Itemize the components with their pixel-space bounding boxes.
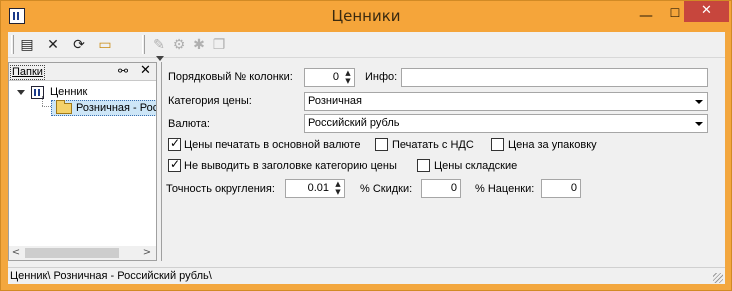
currency-value: Российский рубль bbox=[308, 117, 400, 129]
hide-category-in-header-checkbox[interactable] bbox=[168, 157, 181, 172]
folders-pane: Папки ⚯ ✕ Ценник Розничная - Российский … bbox=[8, 62, 157, 261]
warehouse-prices-checkbox[interactable] bbox=[417, 159, 430, 172]
maximize-button[interactable]: ☐ bbox=[664, 6, 686, 27]
list-icon[interactable]: ▤ bbox=[18, 36, 36, 54]
splitter-arrow-icon[interactable] bbox=[156, 56, 164, 61]
folder-tree: Ценник Розничная - Российский рубль bbox=[9, 82, 156, 247]
price-category-label: Категория цены: bbox=[168, 95, 252, 107]
chevron-down-icon[interactable] bbox=[695, 122, 703, 126]
status-path: Ценник\ Розничная - Российский рубль\ bbox=[10, 270, 212, 282]
folder-icon bbox=[56, 100, 72, 114]
resize-grip-icon[interactable] bbox=[713, 273, 723, 283]
title-bar[interactable]: Ценники — ☐ ✕ bbox=[1, 1, 731, 32]
print-with-vat-checkbox[interactable] bbox=[375, 138, 388, 151]
markup-label: % Наценки: bbox=[475, 183, 535, 195]
column-no-label: Порядковый № колонки: bbox=[168, 71, 293, 83]
properties-pane: Порядковый № колонки: 0 ▲ ▼ Инфо: Категор… bbox=[161, 62, 722, 261]
tree-selection[interactable]: Розничная - Российский рубль bbox=[51, 100, 156, 116]
discount-label: % Скидки: bbox=[360, 183, 413, 195]
rounding-value: 0.01 bbox=[307, 182, 329, 194]
tree-item-child[interactable]: Розничная - Российский рубль bbox=[9, 100, 156, 116]
star-icon[interactable]: ✱ bbox=[190, 36, 208, 54]
horizontal-scrollbar[interactable]: < > bbox=[9, 246, 156, 260]
minimize-button[interactable]: — bbox=[633, 8, 659, 29]
column-no-value: 0 bbox=[332, 71, 339, 83]
markup-field[interactable]: 0 bbox=[541, 179, 581, 198]
checkbox-label: Цены печатать в основной валюте bbox=[184, 139, 361, 151]
status-bar: Ценник\ Розничная - Российский рубль\ bbox=[8, 267, 725, 284]
spin-icon[interactable]: ▲ ▼ bbox=[332, 180, 344, 197]
info-field[interactable] bbox=[401, 68, 708, 87]
rounding-label: Точность округления: bbox=[166, 183, 275, 195]
stamp-icon[interactable]: ⚙ bbox=[170, 36, 188, 54]
copy-icon[interactable]: ❐ bbox=[210, 36, 228, 54]
open-folder-icon[interactable]: ▭ bbox=[96, 36, 114, 54]
folders-pane-header: Папки ⚯ ✕ bbox=[9, 63, 156, 81]
folders-tab[interactable]: Папки bbox=[10, 65, 45, 80]
toolbar-grip-2[interactable] bbox=[142, 35, 145, 54]
binoculars-icon[interactable]: ⚯ bbox=[118, 64, 128, 78]
currency-select[interactable]: Российский рубль bbox=[304, 114, 708, 133]
collapse-icon[interactable] bbox=[17, 90, 25, 97]
eraser-icon[interactable]: ✎ bbox=[150, 36, 168, 54]
checkbox-label: Печатать с НДС bbox=[392, 139, 474, 151]
scroll-left-icon[interactable]: < bbox=[9, 246, 23, 260]
tree-item-label: Ценник bbox=[50, 86, 88, 98]
tree-item-label: Розничная - Российский рубль bbox=[76, 102, 156, 114]
scroll-right-icon[interactable]: > bbox=[140, 246, 154, 260]
chevron-down-icon[interactable] bbox=[695, 100, 703, 104]
price-category-value: Розничная bbox=[308, 95, 362, 107]
checkbox-label: Цены складские bbox=[434, 160, 518, 172]
window-title: Ценники bbox=[331, 7, 401, 25]
print-base-currency-checkbox[interactable] bbox=[168, 136, 181, 151]
tree-item-root[interactable]: Ценник bbox=[9, 85, 156, 101]
client-area: ▤ ✕ ⟳ ▭ ✎ ⚙ ✱ ❐ Папки ⚯ ✕ Ценник Розничн… bbox=[8, 32, 725, 284]
spin-icon[interactable]: ▲ ▼ bbox=[342, 69, 354, 86]
app-window: Ценники — ☐ ✕ ▤ ✕ ⟳ ▭ ✎ ⚙ ✱ ❐ Папки ⚯ ✕ bbox=[0, 0, 732, 291]
refresh-icon[interactable]: ⟳ bbox=[70, 36, 88, 54]
close-button[interactable]: ✕ bbox=[684, 1, 729, 22]
currency-label: Валюта: bbox=[168, 118, 210, 130]
checkbox-label: Цена за упаковку bbox=[508, 139, 597, 151]
toolbar: ▤ ✕ ⟳ ▭ ✎ ⚙ ✱ ❐ bbox=[8, 32, 725, 58]
scroll-thumb[interactable] bbox=[25, 248, 119, 258]
price-category-select[interactable]: Розничная bbox=[304, 92, 708, 111]
pane-close-icon[interactable]: ✕ bbox=[140, 63, 151, 78]
toolbar-grip[interactable] bbox=[11, 35, 14, 54]
checkbox-label: Не выводить в заголовке категорию цены bbox=[184, 160, 397, 172]
rounding-stepper[interactable]: 0.01 ▲ ▼ bbox=[285, 179, 345, 198]
discount-field[interactable]: 0 bbox=[421, 179, 461, 198]
info-label: Инфо: bbox=[365, 71, 398, 83]
delete-icon[interactable]: ✕ bbox=[44, 36, 62, 54]
price-per-pack-checkbox[interactable] bbox=[491, 138, 504, 151]
column-no-stepper[interactable]: 0 ▲ ▼ bbox=[304, 68, 355, 87]
